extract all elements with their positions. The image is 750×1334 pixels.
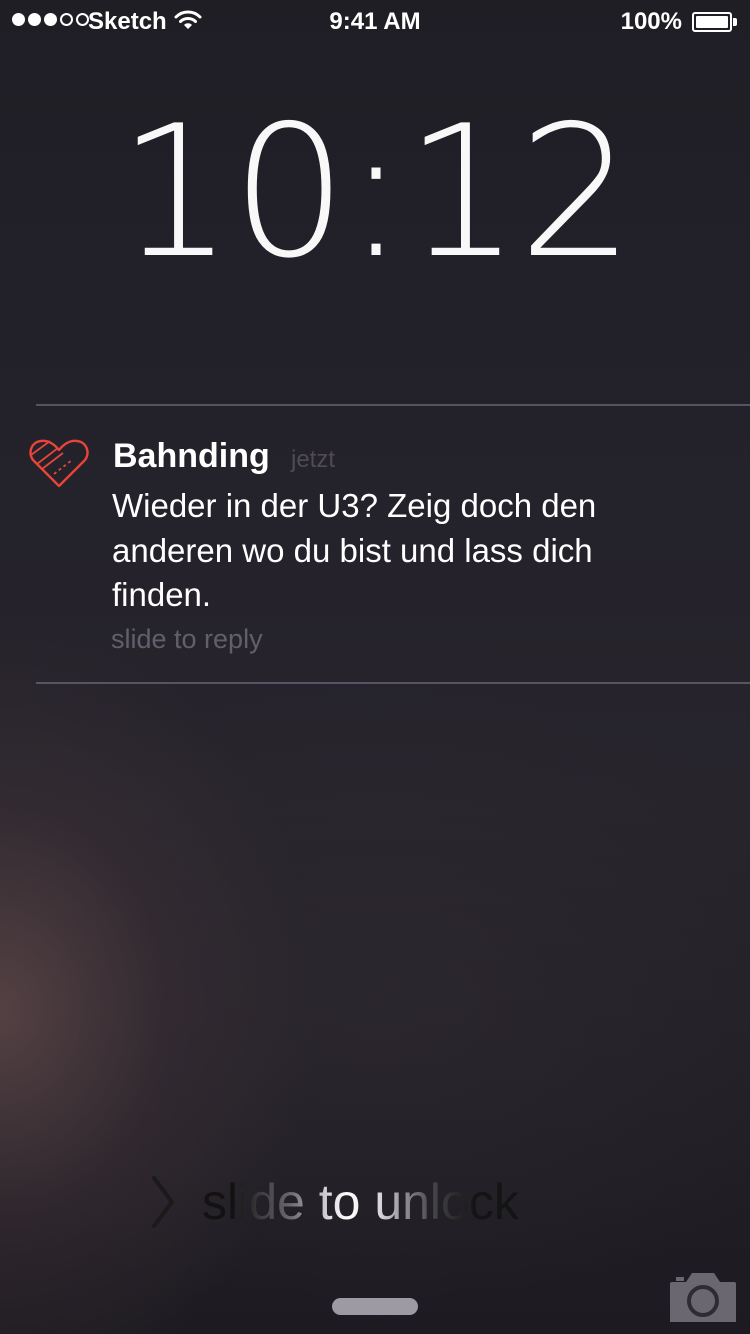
battery-level <box>696 16 728 28</box>
battery-percentage: 100% <box>620 8 682 35</box>
control-center-grabber[interactable] <box>332 1298 418 1315</box>
notification-timestamp: jetzt <box>291 446 336 473</box>
battery-tip <box>733 18 737 26</box>
status-bar: Sketch 9:41 AM 100% <box>0 0 750 44</box>
notification-divider-bottom <box>36 682 750 684</box>
notification[interactable]: Bahnding jetzt Wieder in der U3? Zeig do… <box>0 404 750 684</box>
slide-to-unlock-label: slide to unlock <box>202 1170 519 1234</box>
chevron-right-icon <box>152 1176 174 1228</box>
battery-body <box>692 12 732 32</box>
battery-icon <box>692 12 738 32</box>
slide-to-unlock[interactable]: slide to unlock <box>0 1170 750 1234</box>
notification-message: Wieder in der U3? Zeig doch den anderen … <box>112 487 597 613</box>
heart-ticket-icon <box>29 439 89 488</box>
slide-to-reply-hint: slide to reply <box>111 624 263 654</box>
notification-divider-top <box>36 404 750 406</box>
lock-screen-time: 10:12 <box>117 86 635 298</box>
camera-icon[interactable] <box>668 1268 738 1324</box>
notification-app-name: Bahnding <box>113 437 270 475</box>
